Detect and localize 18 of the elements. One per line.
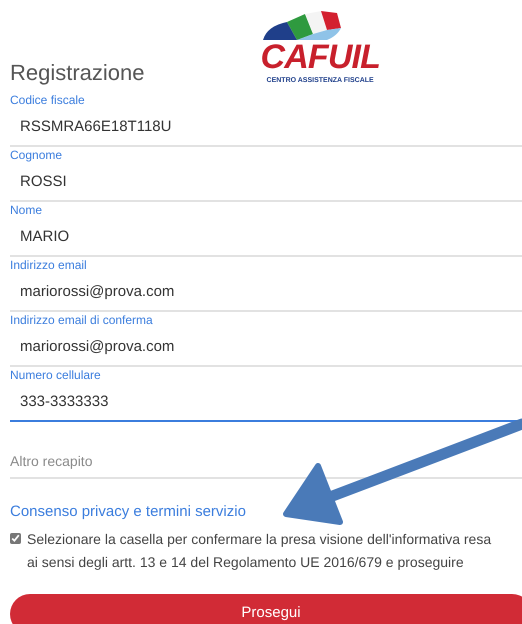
consent-checkbox[interactable]: [10, 532, 21, 544]
field-label: Nome: [10, 202, 44, 218]
field-label: Numero cellulare: [10, 367, 102, 383]
continue-button[interactable]: Prosegui: [10, 594, 522, 624]
page-title: Registrazione: [10, 62, 145, 84]
logo-wordmark: CAFUIL: [260, 38, 380, 76]
text-field[interactable]: 333-3333333: [10, 383, 522, 422]
privacy-link[interactable]: Consenso privacy e termini servizio: [10, 501, 522, 524]
text-field[interactable]: MARIO: [10, 218, 522, 257]
text-field[interactable]: mariorossi@prova.com: [10, 273, 522, 312]
field-label: Indirizzo email: [10, 257, 88, 273]
consent-text: Selezionare la casella per confermare la presa visione dell'informativa resa ai sensi degli artt. 13 e 14 del Regolamento UE 2016/679 e proseguire: [27, 530, 492, 572]
text-field[interactable]: RSSMRA66E18T118U: [10, 108, 522, 147]
field-label: Indirizzo email di conferma: [10, 312, 154, 328]
text-field[interactable]: ROSSI: [10, 163, 522, 202]
text-field[interactable]: mariorossi@prova.com: [10, 328, 522, 367]
field-label: Cognome: [10, 147, 64, 163]
field-label: Codice fiscale: [10, 92, 86, 108]
